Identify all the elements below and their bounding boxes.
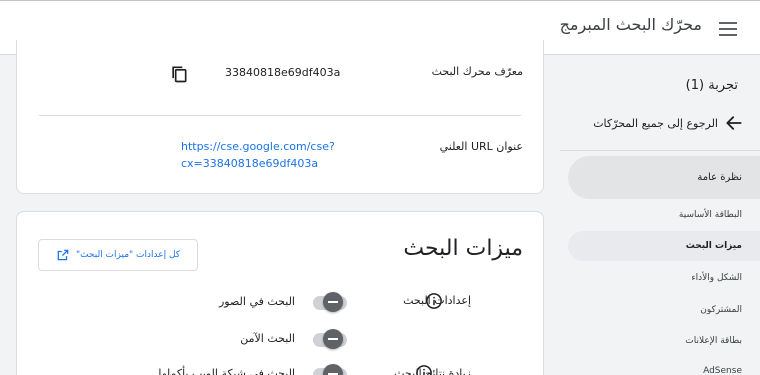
sidebar-item-label: المشتركون <box>700 305 742 315</box>
sidebar-item-label: نظرة عامة <box>697 172 742 183</box>
public-url-link[interactable]: https://cse.google.com/cse? cx=33840818e… <box>181 138 335 172</box>
sidebar-item-basics[interactable]: البطاقة الأساسية <box>568 206 760 224</box>
engine-id-value: 33840818e69df403a <box>225 66 341 79</box>
sidebar-item-adsense[interactable]: AdSense <box>568 362 760 375</box>
all-settings-label: كل إعدادات "ميزات البحث" <box>75 250 181 260</box>
image-search-label: البحث في الصور <box>219 295 295 308</box>
open-in-new-icon <box>57 249 69 261</box>
sidebar-item-ads-card[interactable]: بطاقة الإعلانات <box>568 332 760 350</box>
sidebar-item-search-features[interactable]: ميزات البحث <box>568 231 760 261</box>
row-divider <box>39 115 521 116</box>
sidebar-divider <box>560 150 760 151</box>
all-search-feature-settings-button[interactable]: كل إعدادات "ميزات البحث" <box>38 239 198 271</box>
engine-info-card: معرّف محرك البحث 33840818e69df403a عنوان… <box>16 40 544 194</box>
sidebar-item-look-and-feel[interactable]: الشكل والأداء <box>568 269 760 287</box>
safe-search-toggle[interactable] <box>311 329 347 349</box>
app-title: محرّك البحث المبرمج <box>559 15 702 34</box>
sidebar-item-label: الشكل والأداء <box>691 273 742 283</box>
sidebar-item-label: ميزات البحث <box>685 241 742 251</box>
search-features-card: ميزات البحث كل إعدادات "ميزات البحث" إعد… <box>16 211 544 375</box>
public-url-label: عنوان URL العلني <box>439 140 523 153</box>
safe-search-label: البحث الآمن <box>240 332 295 345</box>
web-search-label: البحث في شبكة الويب بأكملها <box>158 367 295 375</box>
info-icon[interactable] <box>425 292 443 310</box>
sidebar-item-label: بطاقة الإعلانات <box>685 336 742 346</box>
info-icon[interactable] <box>415 364 433 375</box>
back-link-label: الرجوع إلى جميع المحرّكات <box>593 116 718 130</box>
back-to-all-engines-link[interactable]: الرجوع إلى جميع المحرّكات <box>593 112 744 134</box>
sidebar-item-subscribers[interactable]: المشتركون <box>568 301 760 319</box>
engine-id-label: معرّف محرك البحث <box>431 65 523 78</box>
sidebar-item-overview[interactable]: نظرة عامة <box>568 156 760 199</box>
image-search-toggle[interactable] <box>311 292 347 312</box>
section-title: ميزات البحث <box>403 236 523 261</box>
copy-icon[interactable] <box>169 64 189 84</box>
sidebar-item-label: AdSense <box>703 366 742 375</box>
public-url-line-2: cx=33840818e69df403a <box>181 157 319 170</box>
public-url-line-1: https://cse.google.com/cse? <box>181 140 335 153</box>
sidebar: تجربة (1) الرجوع إلى جميع المحرّكات نظرة… <box>560 56 760 375</box>
web-search-toggle[interactable] <box>311 364 347 375</box>
hamburger-menu-icon[interactable] <box>716 17 740 41</box>
engine-name: تجربة (1) <box>685 78 738 93</box>
arrow-back-icon <box>726 116 742 130</box>
sidebar-item-label: البطاقة الأساسية <box>678 210 742 220</box>
